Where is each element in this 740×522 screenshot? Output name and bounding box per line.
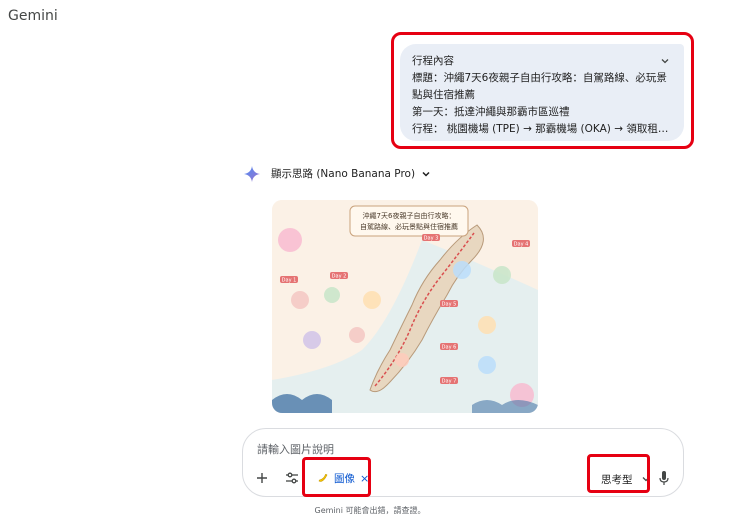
map-title-line2: 自駕路線、必玩景點與住宿推薦 xyxy=(360,222,458,231)
thinking-label: 顯示思路 (Nano Banana Pro) xyxy=(271,168,416,180)
disclaimer-text: Gemini 可能會出錯，請查證。 xyxy=(314,506,426,515)
tools-icon[interactable] xyxy=(283,469,301,487)
highlight-box-mode xyxy=(587,454,650,493)
day-label-4: Day 4 xyxy=(514,242,529,248)
day-label-5: Day 5 xyxy=(442,302,457,308)
gemini-sparkle-icon xyxy=(244,166,260,182)
highlight-box-message xyxy=(391,32,694,149)
plus-icon[interactable] xyxy=(253,469,271,487)
generated-map-image[interactable]: 沖繩7天6夜親子自由行攻略： 自駕路線、必玩景點與住宿推薦 Day 3 Day … xyxy=(272,200,538,413)
okinawa-map-illustration: 沖繩7天6夜親子自由行攻略： 自駕路線、必玩景點與住宿推薦 Day 3 Day … xyxy=(272,200,538,413)
microphone-icon[interactable] xyxy=(657,469,671,487)
day-label-7: Day 7 xyxy=(442,379,457,385)
chevron-down-icon xyxy=(422,171,430,177)
day-label-2: Day 2 xyxy=(332,274,347,280)
map-title-line1: 沖繩7天6夜親子自由行攻略： xyxy=(363,211,456,220)
day-label-3: Day 3 xyxy=(424,236,439,242)
show-thinking-toggle[interactable]: 顯示思路 (Nano Banana Pro) xyxy=(271,166,431,181)
highlight-box-image-chip xyxy=(302,457,371,497)
app-title: Gemini xyxy=(8,8,58,24)
day-label-6: Day 6 xyxy=(442,345,457,351)
prompt-input[interactable]: 請輸入圖片說明 xyxy=(257,441,334,457)
day-label-1: Day 1 xyxy=(282,278,297,284)
